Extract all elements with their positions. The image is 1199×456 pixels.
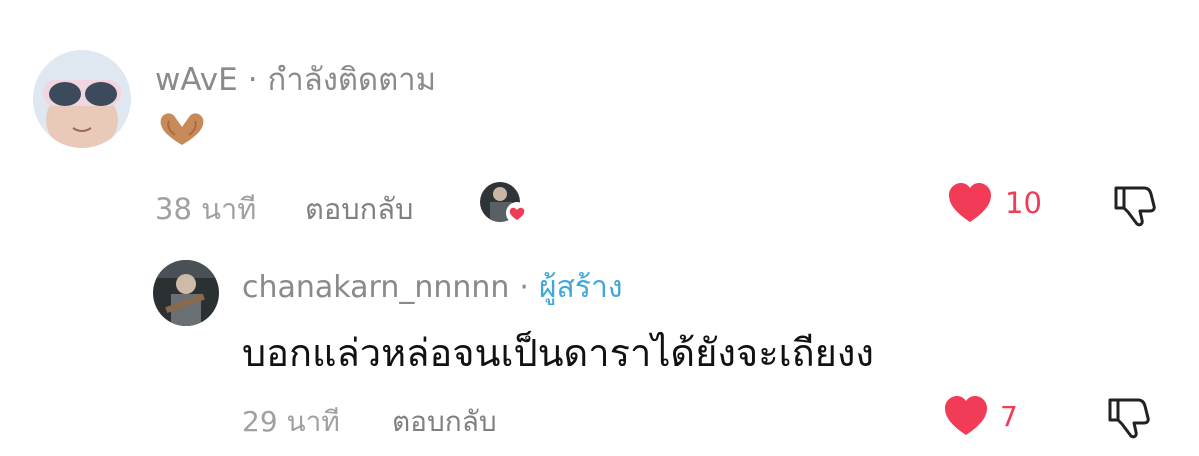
reply-text: บอกแล่วหล่อจนเป็นดาราได้ยังจะเถียงง [242, 331, 874, 375]
following-label: กำลังติดตาม [267, 62, 437, 98]
commenter-avatar[interactable] [33, 50, 131, 148]
heart-hands-emoji-icon [155, 109, 209, 149]
separator-dot: · [519, 270, 529, 305]
reply-button[interactable]: ตอบกลับ [305, 186, 413, 232]
like-heart-icon[interactable] [947, 182, 993, 224]
creator-liked-badge [480, 180, 528, 228]
creator-badge: ผู้สร้าง [538, 270, 623, 305]
comment-timestamp: 38 นาที [155, 192, 257, 226]
separator-dot: · [247, 62, 258, 98]
like-heart-icon[interactable] [943, 395, 989, 437]
comment-header: wAvE · กำลังติดตาม [155, 54, 436, 104]
reply-header: chanakarn_nnnnn · ผู้สร้าง [242, 264, 622, 311]
dislike-icon[interactable] [1104, 392, 1152, 440]
like-count: 10 [1005, 186, 1042, 220]
dislike-icon[interactable] [1110, 180, 1158, 228]
commenter-username[interactable]: wAvE [155, 62, 238, 98]
reply-timestamp: 29 นาที [242, 405, 340, 438]
reply-author-avatar[interactable] [153, 260, 219, 326]
reply-button[interactable]: ตอบกลับ [392, 400, 497, 444]
like-count: 7 [1000, 400, 1018, 433]
reply-username[interactable]: chanakarn_nnnnn [242, 270, 509, 305]
